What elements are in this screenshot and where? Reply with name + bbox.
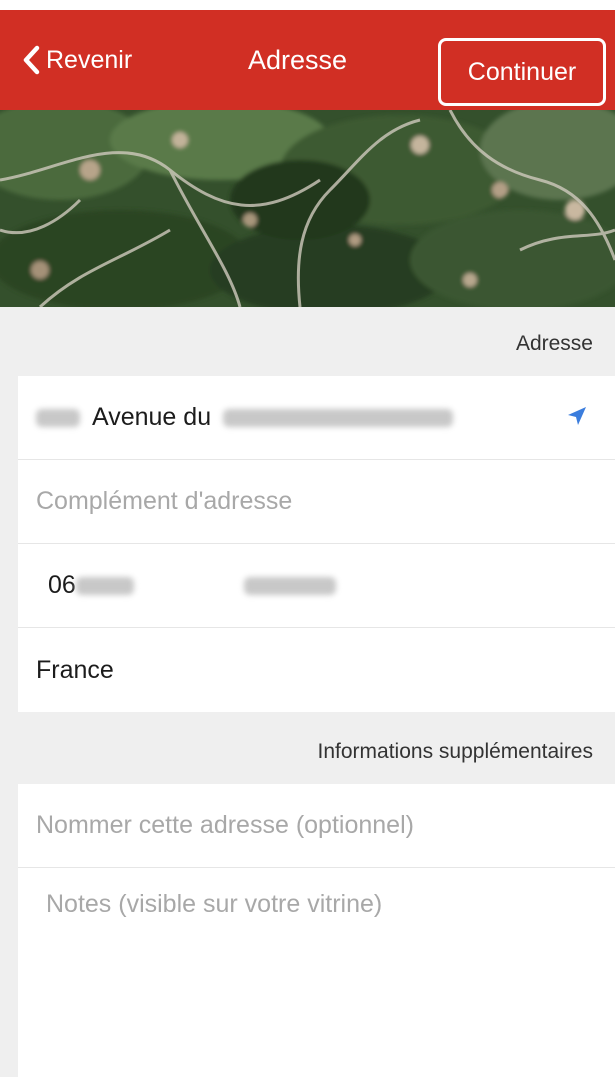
street-name-redacted xyxy=(223,408,454,427)
address-screen: Revenir Adresse Continuer Adresse Avenue… xyxy=(0,0,615,1077)
status-bar xyxy=(0,0,615,10)
address-complement-placeholder: Complément d'adresse xyxy=(36,487,293,515)
notes-placeholder: Notes (visible sur votre vitrine) xyxy=(46,890,383,918)
notes-field[interactable]: Notes (visible sur votre vitrine) xyxy=(18,868,615,1077)
address-name-placeholder: Nommer cette adresse (optionnel) xyxy=(36,811,414,839)
address-card: Avenue du Complément d'adresse 06 France xyxy=(18,376,615,712)
navigation-bar: Revenir Adresse Continuer xyxy=(0,10,615,110)
chevron-left-icon xyxy=(22,45,40,75)
country-field[interactable]: France xyxy=(18,628,615,712)
continue-button[interactable]: Continuer xyxy=(438,38,606,106)
address-complement-field[interactable]: Complément d'adresse xyxy=(18,460,615,544)
back-button-label: Revenir xyxy=(46,45,133,74)
map-imagery xyxy=(0,110,615,307)
address-section-header: Adresse xyxy=(515,332,593,355)
street-value: Avenue du xyxy=(92,403,212,431)
country-value: France xyxy=(36,655,114,684)
extra-info-section-header: Informations supplémentaires xyxy=(317,740,593,763)
back-button[interactable]: Revenir xyxy=(22,10,132,110)
postal-code-redacted xyxy=(75,576,134,595)
satellite-map[interactable] xyxy=(0,110,615,307)
postal-city-field[interactable]: 06 xyxy=(18,544,615,628)
street-number-redacted xyxy=(36,408,80,427)
address-name-field[interactable]: Nommer cette adresse (optionnel) xyxy=(18,784,615,868)
location-arrow-icon[interactable] xyxy=(565,404,589,435)
city-redacted xyxy=(243,576,336,595)
street-field[interactable]: Avenue du xyxy=(18,376,615,460)
postal-code-value: 06 xyxy=(48,571,76,599)
extra-info-card: Nommer cette adresse (optionnel) Notes (… xyxy=(18,784,615,1077)
page-title: Adresse xyxy=(247,44,348,75)
